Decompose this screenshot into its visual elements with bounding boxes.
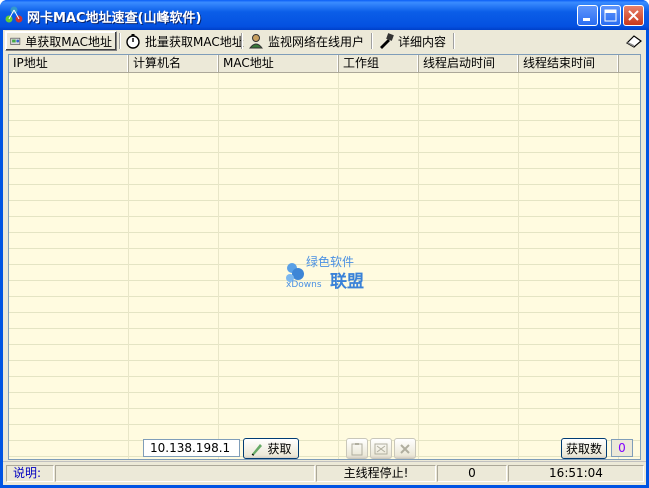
stopwatch-icon bbox=[126, 34, 140, 49]
column-gridline bbox=[128, 73, 129, 459]
tab-details[interactable]: 详细内容 bbox=[374, 32, 450, 50]
status-bar: 说明: 主线程停止! 0 16:51:04 bbox=[3, 461, 646, 484]
column-header-computer-name[interactable]: 计算机名 bbox=[129, 55, 219, 72]
tab-label: 监视网络在线用户 bbox=[268, 34, 365, 49]
fetch-count-value: 0 bbox=[611, 439, 633, 457]
column-header-thread-start[interactable]: 线程启动时间 bbox=[419, 55, 519, 72]
table-header: IP地址 计算机名 MAC地址 工作组 线程启动时间 线程结束时间 bbox=[9, 55, 640, 73]
column-header-ip[interactable]: IP地址 bbox=[9, 55, 129, 72]
pencil-icon bbox=[252, 443, 263, 455]
tab-label: 单获取MAC地址 bbox=[25, 34, 112, 49]
tab-batch-mac[interactable]: 批量获取MAC地址 bbox=[121, 32, 248, 50]
network-card-icon bbox=[10, 37, 21, 45]
action-bar: 10.138.198.1 获取 获取数 0 bbox=[8, 434, 641, 460]
column-header-workgroup[interactable]: 工作组 bbox=[339, 55, 419, 72]
status-count: 0 bbox=[437, 465, 507, 482]
clear-icon bbox=[374, 443, 388, 454]
client-area: 单获取MAC地址 批量获取MAC地址 监视网络在线用户 详细内容 IP地址 计算… bbox=[3, 30, 646, 485]
fetch-label: 获取 bbox=[267, 442, 292, 456]
close-icon bbox=[628, 10, 639, 21]
column-header-thread-end[interactable]: 线程结束时间 bbox=[519, 55, 619, 72]
delete-icon bbox=[400, 443, 410, 454]
paste-button[interactable] bbox=[346, 438, 368, 459]
status-note-pane bbox=[55, 465, 315, 482]
tab-divider bbox=[453, 33, 454, 49]
fetch-count-label: 获取数 bbox=[565, 442, 602, 456]
watermark-image: 绿色软件 xDowns 联盟 bbox=[286, 254, 364, 292]
window-title: 网卡MAC地址速查(山峰软件) bbox=[27, 11, 202, 26]
fetch-count-button[interactable]: 获取数 bbox=[561, 438, 607, 459]
tab-divider bbox=[119, 33, 120, 49]
eraser-icon[interactable] bbox=[625, 33, 643, 49]
column-header-mac[interactable]: MAC地址 bbox=[219, 55, 339, 72]
details-icon bbox=[380, 33, 394, 49]
status-note-label: 说明: bbox=[6, 465, 54, 482]
app-icon bbox=[5, 6, 23, 23]
minimize-icon bbox=[583, 18, 590, 21]
delete-button[interactable] bbox=[394, 438, 416, 459]
tab-single-mac[interactable]: 单获取MAC地址 bbox=[5, 31, 117, 51]
watermark-text-lianmeng: 联盟 bbox=[330, 272, 364, 290]
clear-button[interactable] bbox=[370, 438, 392, 459]
status-time: 16:51:04 bbox=[508, 465, 644, 482]
tab-divider bbox=[371, 33, 372, 49]
minimize-button[interactable] bbox=[577, 5, 598, 26]
column-gridline bbox=[518, 73, 519, 459]
tab-label: 批量获取MAC地址 bbox=[145, 34, 244, 49]
clipboard-icon bbox=[351, 442, 363, 455]
tab-label: 详细内容 bbox=[398, 34, 447, 49]
tab-strip: 单获取MAC地址 批量获取MAC地址 监视网络在线用户 详细内容 bbox=[3, 30, 646, 52]
tab-divider bbox=[241, 33, 242, 49]
watermark-text-top: 绿色软件 bbox=[306, 254, 354, 269]
ip-address-input[interactable]: 10.138.198.1 bbox=[143, 439, 240, 457]
fetch-button[interactable]: 获取 bbox=[243, 438, 299, 459]
results-table[interactable]: IP地址 计算机名 MAC地址 工作组 线程启动时间 线程结束时间 绿色软件 x… bbox=[8, 54, 641, 460]
maximize-icon bbox=[604, 9, 617, 22]
status-thread: 主线程停止! bbox=[316, 465, 436, 482]
watermark-text-xdowns: xDowns bbox=[286, 280, 322, 290]
tab-monitor-users[interactable]: 监视网络在线用户 bbox=[244, 32, 368, 50]
user-monitor-icon bbox=[248, 34, 264, 49]
column-gridline bbox=[218, 73, 219, 459]
app-window: 网卡MAC地址速查(山峰软件) 单获取MAC地址 批量获取MAC地址 监视网络在… bbox=[0, 0, 649, 488]
watermark-logo: 绿色软件 xDowns 联盟 bbox=[284, 254, 376, 292]
column-gridline bbox=[618, 73, 619, 459]
maximize-button[interactable] bbox=[600, 5, 621, 26]
close-button[interactable] bbox=[623, 5, 644, 26]
title-bar[interactable]: 网卡MAC地址速查(山峰软件) bbox=[0, 0, 649, 30]
column-gridline bbox=[418, 73, 419, 459]
